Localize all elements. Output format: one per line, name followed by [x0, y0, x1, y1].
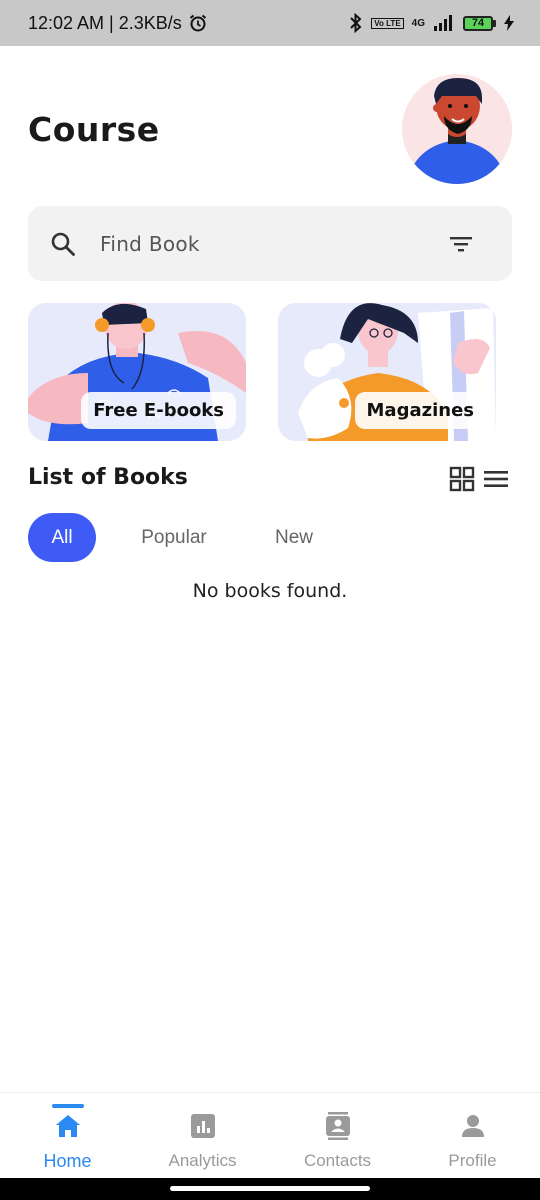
- battery-level: 74: [463, 15, 493, 31]
- nav-label-analytics: Analytics: [168, 1151, 237, 1170]
- nav-item-home[interactable]: Home: [0, 1093, 135, 1178]
- view-toggles: [449, 466, 509, 492]
- page-title: Course: [28, 110, 160, 149]
- analytics-icon: [190, 1114, 215, 1138]
- charging-icon: [504, 15, 514, 31]
- chip-popular[interactable]: Popular: [96, 513, 252, 562]
- nav-item-analytics[interactable]: Analytics: [135, 1093, 270, 1178]
- section-title-list-of-books: List of Books: [28, 465, 188, 490]
- nav-item-contacts[interactable]: Contacts: [270, 1093, 405, 1178]
- alarm-icon: [189, 14, 206, 32]
- contacts-icon: [325, 1112, 350, 1140]
- empty-state-message: No books found.: [192, 580, 348, 602]
- nav-label-home: Home: [43, 1151, 92, 1171]
- home-gesture-pill[interactable]: [170, 1186, 370, 1191]
- chip-new[interactable]: New: [252, 513, 336, 562]
- filter-icon[interactable]: [448, 231, 474, 257]
- nav-label-contacts: Contacts: [303, 1151, 372, 1170]
- nav-item-profile[interactable]: Profile: [405, 1093, 540, 1178]
- search-input[interactable]: Find Book: [100, 232, 448, 256]
- volte-badge: Vo LTE: [371, 17, 404, 29]
- avatar[interactable]: [402, 74, 512, 184]
- filter-chips: All Popular New: [28, 513, 336, 562]
- status-bar: 12:02 AM | 2.3KB/s Vo LTE 4G 74: [0, 0, 540, 46]
- network-type: 4G: [411, 17, 425, 29]
- search-bar[interactable]: Find Book: [28, 206, 512, 281]
- avatar-illustration: [402, 74, 512, 184]
- category-label: Magazines: [354, 392, 486, 429]
- bluetooth-icon: [350, 13, 362, 33]
- category-card-free-ebooks[interactable]: Free E-books: [28, 303, 246, 441]
- category-label: Free E-books: [81, 392, 236, 429]
- home-icon: [55, 1115, 80, 1137]
- category-card-magazines[interactable]: Magazines: [278, 303, 496, 441]
- system-navigation-bar: [0, 1178, 540, 1200]
- profile-icon: [461, 1115, 484, 1137]
- search-icon[interactable]: [50, 231, 76, 257]
- nav-label-profile: Profile: [448, 1151, 497, 1170]
- nav-active-indicator: [51, 1104, 84, 1108]
- list-view-icon[interactable]: [483, 466, 509, 492]
- grid-view-icon[interactable]: [449, 466, 475, 492]
- battery-indicator: 74: [463, 15, 496, 31]
- status-time: 12:02 AM | 2.3KB/s: [28, 12, 182, 33]
- bottom-nav: Home Analytics Contacts Profile: [0, 1092, 540, 1178]
- chip-all[interactable]: All: [28, 513, 96, 562]
- signal-icon: [434, 15, 452, 31]
